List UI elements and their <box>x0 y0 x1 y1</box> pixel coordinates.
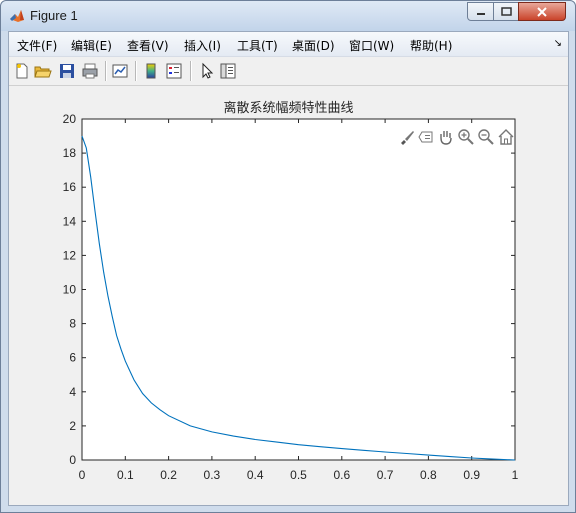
y-tick-label: 20 <box>63 112 77 126</box>
menu-bar: 文件(F) 编辑(E) 查看(V) 插入(I) 工具(T) 桌面(D) 窗口(W… <box>9 32 568 57</box>
y-tick-label: 16 <box>63 180 77 194</box>
window-title: Figure 1 <box>30 8 78 23</box>
matlab-app-icon <box>10 10 24 22</box>
x-tick-label: 0.5 <box>290 468 307 482</box>
save-icon[interactable] <box>58 62 76 80</box>
figure-client-area: 文件(F) 编辑(E) 查看(V) 插入(I) 工具(T) 桌面(D) 窗口(W… <box>8 31 569 506</box>
minimize-icon <box>476 12 485 15</box>
axes-box <box>81 118 516 461</box>
figure-window: Figure 1 文件(F) 编辑(E) 查看(V) 插入(I) 工具(T) 桌… <box>0 0 576 513</box>
y-tick-label: 2 <box>69 419 76 433</box>
x-tick-label: 0.3 <box>204 468 221 482</box>
menu-view[interactable]: 查看(V) <box>127 37 169 54</box>
maximize-button[interactable] <box>493 2 519 21</box>
dock-arrow-icon[interactable]: ↘ <box>554 38 562 49</box>
y-tick-label: 10 <box>63 283 77 297</box>
new-figure-icon[interactable] <box>13 62 31 80</box>
title-bar[interactable]: Figure 1 <box>1 1 575 31</box>
y-tick-label: 0 <box>69 453 76 467</box>
property-inspector-icon[interactable] <box>219 62 237 80</box>
x-tick-label: 0 <box>79 468 86 482</box>
plot-axes[interactable]: 离散系统幅频特性曲线0 0.1 0.2 0.3 0.4 0.5 0.6 0.7 0.8 0.9 10… <box>9 86 568 505</box>
x-tick-label: 0.6 <box>333 468 350 482</box>
insert-legend-icon[interactable] <box>165 62 183 80</box>
zoom-out-icon[interactable] <box>477 128 495 146</box>
edit-plot-icon[interactable] <box>198 62 216 80</box>
toolbar-separator <box>105 61 107 81</box>
x-tick-label: 0.1 <box>117 468 134 482</box>
pan-icon[interactable] <box>437 128 455 146</box>
y-tick-label: 18 <box>63 146 77 160</box>
print-icon[interactable] <box>81 62 99 80</box>
open-file-icon[interactable] <box>34 62 52 80</box>
y-tick-label: 4 <box>69 385 76 399</box>
y-tick-label: 6 <box>69 351 76 365</box>
y-tick-label: 8 <box>69 317 76 331</box>
toolbar-separator <box>135 61 137 81</box>
y-tick-label: 14 <box>63 214 77 228</box>
brush-icon[interactable] <box>398 128 416 146</box>
minimize-button[interactable] <box>467 2 494 21</box>
menu-edit[interactable]: 编辑(E) <box>71 37 112 54</box>
y-tick-label: 12 <box>63 248 77 262</box>
menu-help[interactable]: 帮助(H) <box>410 37 452 54</box>
close-button[interactable] <box>518 2 566 21</box>
x-tick-label: 0.7 <box>377 468 394 482</box>
maximize-icon <box>500 7 512 16</box>
link-plot-icon[interactable] <box>111 62 129 80</box>
menu-tools[interactable]: 工具(T) <box>237 37 278 54</box>
zoom-in-icon[interactable] <box>457 128 475 146</box>
x-tick-label: 0.8 <box>420 468 437 482</box>
menu-file[interactable]: 文件(F) <box>17 37 57 54</box>
menu-insert[interactable]: 插入(I) <box>184 37 221 54</box>
data-tips-icon[interactable] <box>417 128 435 146</box>
insert-colorbar-icon[interactable] <box>142 62 160 80</box>
x-tick-label: 0.2 <box>160 468 177 482</box>
x-tick-label: 0.9 <box>463 468 480 482</box>
figure-canvas: 离散系统幅频特性曲线 0 0.1 0.2 0.3 0.4 0.5 0.6 0.7 0.8 0.9 1 0… <box>9 86 568 505</box>
home-icon[interactable] <box>497 128 515 146</box>
figure-toolbar <box>9 57 568 86</box>
menu-desktop[interactable]: 桌面(D) <box>292 37 335 54</box>
menu-window[interactable]: 窗口(W) <box>349 37 394 54</box>
x-tick-label: 0.4 <box>247 468 264 482</box>
x-tick-label: 1 <box>512 468 519 482</box>
toolbar-separator <box>190 61 192 81</box>
chart-title: 离散系统幅频特性曲线 <box>223 100 353 116</box>
close-icon <box>537 6 547 17</box>
